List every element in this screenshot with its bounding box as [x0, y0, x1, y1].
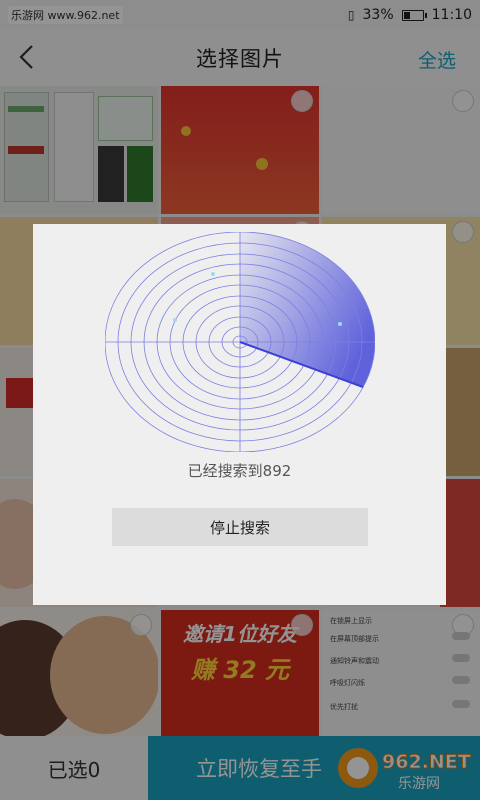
- search-dialog: 已经搜索到892 停止搜索: [33, 224, 446, 605]
- radar-scan-graphic: [105, 232, 375, 452]
- found-count-text: 已经搜索到892: [187, 462, 292, 480]
- stop-search-button[interactable]: 停止搜索: [112, 508, 368, 546]
